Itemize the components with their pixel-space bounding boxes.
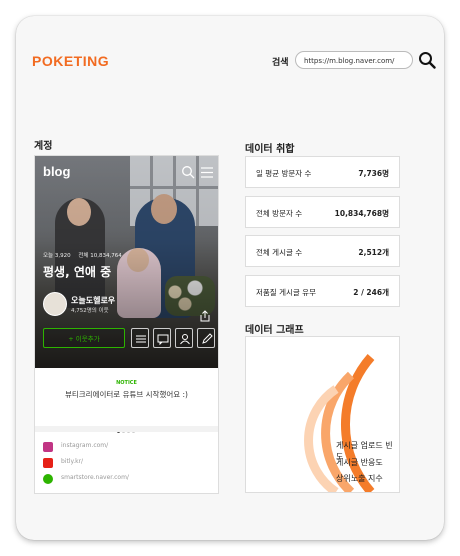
- chat-icon: [157, 334, 169, 345]
- stat-total-posts: 전체 게시글 수 2,512개: [245, 235, 400, 267]
- stat-daily-visitors: 일 평균 방문자 수 7,736명: [245, 156, 400, 188]
- search-input[interactable]: https://m.blog.naver.com/: [295, 51, 413, 69]
- search-icon[interactable]: [418, 51, 436, 69]
- list-icon: [136, 335, 146, 343]
- category-button[interactable]: [131, 328, 149, 348]
- youtube-icon: [43, 458, 53, 468]
- radial-bar-chart: [304, 354, 375, 492]
- neighbor-count: 4,752명의 이웃: [71, 308, 109, 314]
- search-icon[interactable]: [181, 165, 195, 179]
- people-icon: [180, 334, 190, 345]
- today-count: 오늘 3,920: [43, 253, 71, 259]
- avatar[interactable]: [43, 292, 67, 316]
- search-label: 검색: [272, 58, 289, 68]
- instagram-icon: [43, 442, 53, 452]
- blog-title: 평생, 연애 중: [43, 265, 112, 279]
- menu-icon[interactable]: [201, 167, 213, 178]
- notice-text: 뷰티크리에이터로 유튜브 시작했어요 :): [64, 390, 188, 399]
- chat-button[interactable]: [153, 328, 171, 348]
- data-collect-title: 데이터 취합: [245, 144, 295, 155]
- blog-cover-photo: blog 오늘 3,920 전체 10,834,764 평생, 연애 중 오늘도…: [35, 156, 218, 368]
- app-logo[interactable]: POKETING: [32, 53, 109, 69]
- pencil-icon: [202, 333, 213, 344]
- nickname[interactable]: 오늘도헬로우: [71, 295, 115, 306]
- stat-low-quality-posts: 저품질 게시글 유무 2 / 246개: [245, 275, 400, 307]
- add-neighbor-button[interactable]: + 이웃추가: [43, 328, 125, 348]
- write-button[interactable]: [197, 328, 215, 348]
- smartstore-icon: [43, 474, 53, 484]
- notice-banner[interactable]: NOTICE 뷰티크리에이터로 유튜브 시작했어요 :): [35, 368, 218, 433]
- share-icon[interactable]: [199, 310, 211, 322]
- total-count: 전체 10,834,764: [78, 253, 122, 259]
- profile-action-row: + 이웃추가: [43, 328, 215, 348]
- data-graph-card: 게시글 업로드 빈도 게시글 반응도 상위노출 지수: [245, 336, 400, 493]
- visitor-stats: 오늘 3,920 전체 10,834,764: [43, 251, 128, 259]
- blog-preview: blog 오늘 3,920 전체 10,834,764 평생, 연애 중 오늘도…: [34, 155, 219, 494]
- blog-logo[interactable]: blog: [43, 164, 70, 179]
- legend-top-exposure: 상위노출 지수: [336, 474, 383, 483]
- data-graph-title: 데이터 그래프: [245, 325, 304, 336]
- legend-post-engagement: 게시글 반응도: [336, 458, 383, 467]
- account-section-title: 계정: [34, 141, 53, 152]
- notice-label: NOTICE: [116, 380, 137, 386]
- neighbor-button[interactable]: [175, 328, 193, 348]
- stat-total-visitors: 전체 방문자 수 10,834,768명: [245, 196, 400, 228]
